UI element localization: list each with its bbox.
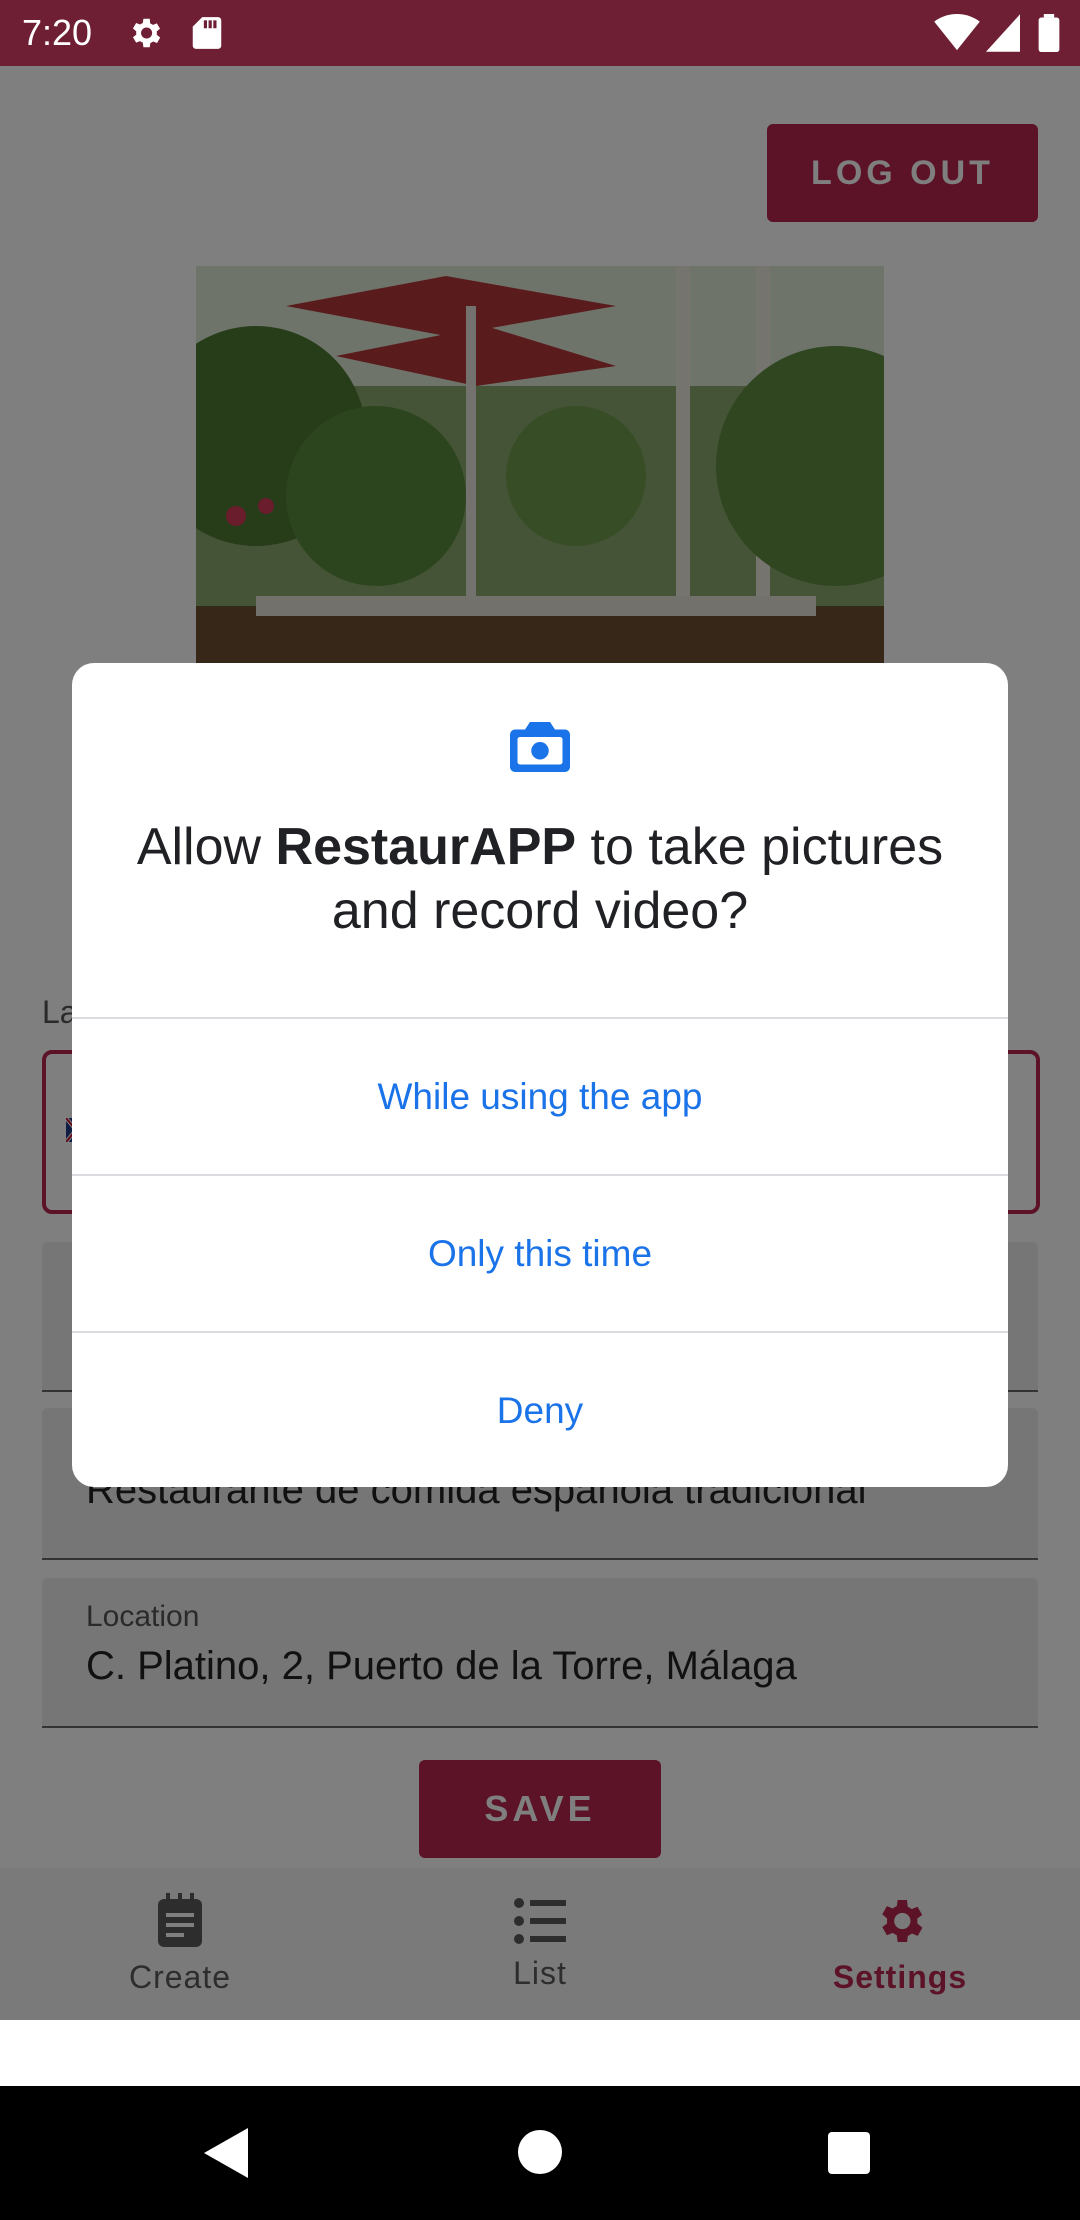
status-bar: 7:20: [0, 0, 1080, 66]
battery-icon: [1038, 14, 1060, 52]
dialog-title: Allow RestaurAPP to take pictures and re…: [112, 815, 968, 943]
permission-dialog: Allow RestaurAPP to take pictures and re…: [72, 663, 1008, 1487]
wifi-icon: [934, 14, 980, 51]
recents-icon[interactable]: [828, 2132, 870, 2174]
only-this-time-button[interactable]: Only this time: [72, 1174, 1008, 1332]
camera-icon: [510, 722, 570, 772]
signal-icon: [986, 14, 1020, 52]
back-icon[interactable]: [204, 2128, 248, 2178]
system-navigation-bar: [0, 2086, 1080, 2220]
dialog-app-name: RestaurAPP: [275, 818, 577, 876]
deny-button[interactable]: Deny: [72, 1331, 1008, 1487]
dialog-title-prefix: Allow: [136, 818, 276, 876]
settings-icon: [132, 18, 161, 48]
status-time: 7:20: [22, 12, 93, 53]
home-icon[interactable]: [518, 2130, 562, 2174]
sd-card-icon: [192, 17, 222, 49]
while-using-app-button[interactable]: While using the app: [72, 1017, 1008, 1175]
